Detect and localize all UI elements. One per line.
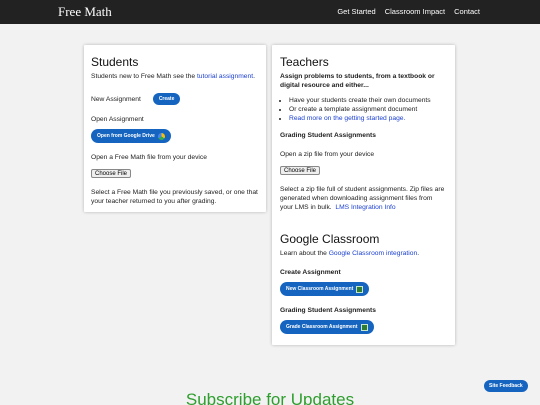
classroom-grading-heading: Grading Student Assignments [280, 307, 376, 314]
nav-classroom-impact[interactable]: Classroom Impact [385, 7, 445, 16]
teachers-title: Teachers [280, 55, 329, 69]
teachers-bullet-list: Have your students create their own docu… [280, 96, 447, 123]
lms-integration-link[interactable]: LMS Integration Info [335, 204, 395, 211]
new-classroom-assignment-button[interactable]: New Classroom Assignment [280, 282, 370, 296]
classroom-integration-link[interactable]: Google Classroom integration [329, 250, 417, 257]
grade-classroom-assignment-button[interactable]: Grade Classroom Assignment [280, 320, 374, 334]
create-button[interactable]: Create [152, 93, 181, 105]
teachers-card: Teachers Assign problems to students, fr… [272, 45, 455, 345]
students-intro-text: Students new to Free Math see the [91, 73, 197, 80]
google-classroom-icon [360, 323, 368, 331]
students-select-text: Select a Free Math file you previously s… [91, 189, 258, 205]
nav-get-started[interactable]: Get Started [337, 7, 375, 16]
students-intro-end: . [253, 73, 255, 80]
teachers-grading-heading: Grading Student Assignments [280, 132, 376, 139]
students-choose-file-button[interactable]: Choose File [91, 169, 132, 178]
classroom-title: Google Classroom [280, 232, 380, 246]
classroom-learn: Learn about the Google Classroom integra… [280, 249, 447, 258]
open-file-label: Open a Free Math file from your device [91, 154, 207, 161]
navbar: Free Math Get Started Classroom Impact C… [0, 0, 540, 24]
bullet-item: Have your students create their own docu… [289, 96, 447, 105]
site-feedback-button[interactable]: Site Feedback [484, 380, 528, 392]
grade-classroom-label: Grade Classroom Assignment [286, 324, 358, 330]
create-assignment-heading: Create Assignment [280, 269, 341, 276]
classroom-learn-end: . [417, 250, 420, 257]
open-drive-button[interactable]: Open from Google Drive [91, 129, 171, 143]
classroom-learn-text: Learn about the [280, 250, 329, 257]
zip-label: Open a zip file from your device [280, 151, 375, 158]
teachers-subtitle: Assign problems to students, from a text… [280, 73, 435, 89]
brand-logo[interactable]: Free Math [58, 4, 112, 20]
google-drive-icon [157, 132, 165, 140]
subscribe-heading: Subscribe for Updates [185, 390, 355, 405]
bullet-item: Read more on the getting started page. [289, 114, 447, 123]
nav-contact[interactable]: Contact [454, 7, 480, 16]
students-card: Students Students new to Free Math see t… [84, 45, 266, 212]
getting-started-link[interactable]: Read more on the getting started page. [289, 115, 405, 122]
tutorial-link[interactable]: tutorial assignment [197, 73, 253, 80]
zip-text: Select a zip file full of student assign… [280, 185, 447, 212]
open-drive-label: Open from Google Drive [97, 133, 155, 139]
students-title: Students [91, 55, 139, 69]
new-assignment-label: New Assignment [91, 95, 141, 103]
students-intro: Students new to Free Math see the tutori… [91, 72, 259, 81]
google-classroom-icon [356, 285, 364, 293]
open-assignment-label: Open Assignment [91, 116, 144, 123]
nav-links: Get Started Classroom Impact Contact [337, 7, 480, 16]
new-classroom-label: New Classroom Assignment [286, 286, 354, 292]
new-assignment-row: New Assignment Create [91, 93, 259, 105]
teachers-choose-file-button[interactable]: Choose File [280, 166, 321, 175]
bullet-item: Or create a template assignment document [289, 105, 447, 114]
